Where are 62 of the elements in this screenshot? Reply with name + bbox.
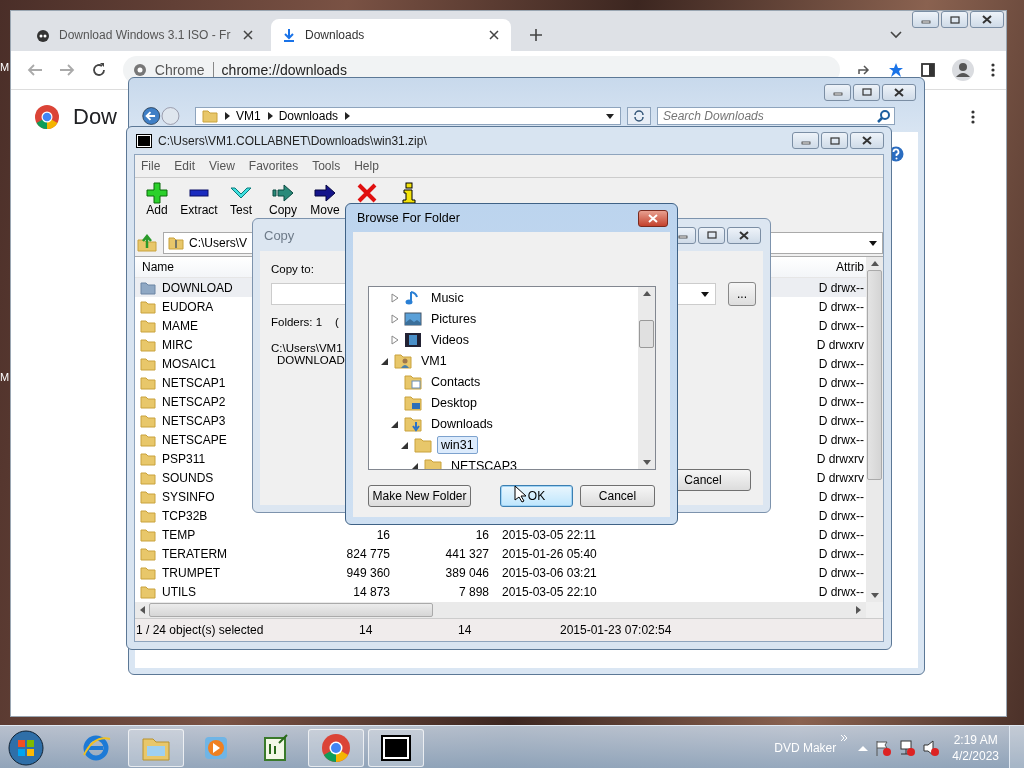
- size-cell: 949 360: [346, 565, 390, 580]
- attributes-cell: D drwxrv: [816, 470, 864, 485]
- size-cell: 16: [376, 527, 390, 542]
- attributes-cell: D drwx--: [818, 489, 864, 504]
- summary-text: Folders: 1 (: [271, 316, 339, 328]
- file-name: MAME: [162, 318, 198, 333]
- dialog-title: Copy: [264, 227, 295, 243]
- path-text: C:\Users\VM1: [271, 342, 343, 354]
- file-name: SOUNDS: [162, 470, 214, 485]
- size-cell: 14 873: [353, 584, 390, 599]
- dialog-title: Browse For Folder: [357, 211, 460, 225]
- file-name: MOSAIC1: [162, 356, 216, 371]
- attributes-cell: D drwxrv: [816, 451, 864, 466]
- attributes-cell: D drwx--: [818, 584, 864, 599]
- packed-size-cell: 16: [475, 527, 489, 542]
- packed-size-cell: 389 046: [445, 565, 489, 580]
- window-title: C:\Users\VM1.COLLABNET\Downloads\win31.zip\: [158, 133, 427, 148]
- attributes-cell: D drwx--: [818, 299, 864, 314]
- attributes-cell: D drwx--: [818, 546, 864, 561]
- file-name: SYSINFO: [162, 489, 215, 504]
- attributes-cell: D drwx--: [818, 508, 864, 523]
- file-name: NETSCAP2: [162, 394, 226, 409]
- file-name: EUDORA: [162, 299, 214, 314]
- path-text: DOWNLOAD: [276, 354, 345, 366]
- modified-date-cell: 2015-03-05 22:11: [502, 527, 596, 542]
- packed-size-cell: 7 898: [458, 584, 489, 599]
- status-text: 1 / 24 object(s) selected: [135, 623, 265, 637]
- field-label: Copy to:: [271, 263, 314, 275]
- url-text: chrome://downloads: [221, 62, 347, 78]
- status-text: 2015-01-23 07:02:54: [559, 623, 672, 637]
- packed-size-cell: 441 327: [445, 546, 489, 561]
- attributes-cell: D drwx--: [818, 527, 864, 542]
- file-name: UTILS: [162, 584, 196, 599]
- file-name: DOWNLOAD: [162, 280, 233, 295]
- file-name: TRUMPET: [162, 565, 220, 580]
- file-name: NETSCAP3: [162, 413, 226, 428]
- file-name: TERATERM: [162, 546, 228, 561]
- attributes-cell: D drwx--: [818, 280, 864, 295]
- attributes-cell: D drwx--: [818, 565, 864, 580]
- attributes-cell: D drwxrv: [816, 337, 864, 352]
- status-text: 14: [457, 623, 473, 637]
- file-name: NETSCAPE: [162, 432, 227, 447]
- status-text: 14: [358, 623, 374, 637]
- site-label: Chrome: [154, 62, 205, 78]
- modified-date-cell: 2015-01-26 05:40: [502, 546, 597, 561]
- file-name: MIRC: [162, 337, 193, 352]
- page-title: Dow: [73, 104, 117, 130]
- attributes-cell: D drwx--: [818, 356, 864, 371]
- file-name: NETSCAP1: [162, 375, 226, 390]
- modified-date-cell: 2015-03-06 03:21: [502, 565, 597, 580]
- tab-title: Download Windows 3.1 ISO - Fr: [59, 28, 232, 42]
- file-name: TCP32B: [162, 508, 208, 523]
- attributes-cell: D drwx--: [818, 413, 864, 428]
- file-name: PSP311: [162, 451, 206, 466]
- size-cell: 824 775: [346, 546, 390, 561]
- attributes-cell: D drwx--: [818, 432, 864, 447]
- attributes-cell: D drwx--: [818, 318, 864, 333]
- modified-date-cell: 2015-03-05 22:10: [502, 584, 597, 599]
- attributes-cell: D drwx--: [818, 375, 864, 390]
- attributes-cell: D drwx--: [818, 394, 864, 409]
- file-name: TEMP: [162, 527, 196, 542]
- tab-title: Downloads: [305, 28, 366, 42]
